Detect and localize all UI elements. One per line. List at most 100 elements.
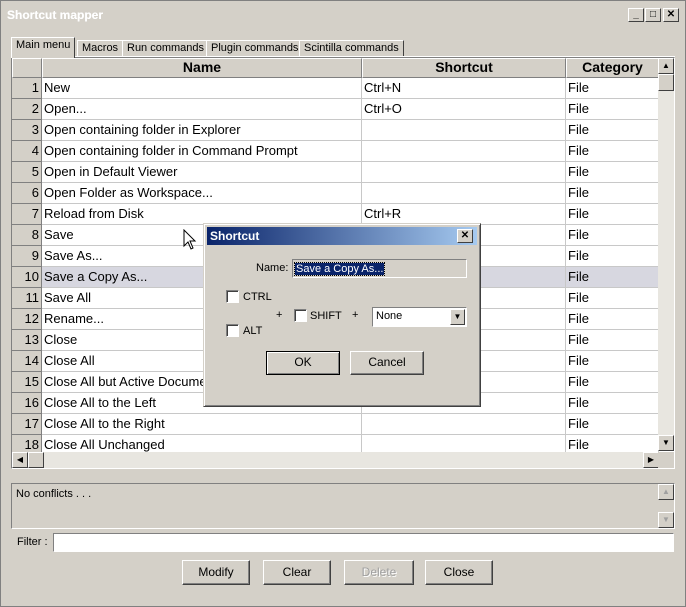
shift-checkbox[interactable] bbox=[294, 309, 307, 322]
tab-macros[interactable]: Macros bbox=[77, 40, 124, 57]
row-number: 4 bbox=[12, 141, 42, 162]
table-header: Name Shortcut Category bbox=[12, 58, 659, 78]
alt-checkbox[interactable] bbox=[226, 324, 239, 337]
row-number: 7 bbox=[12, 204, 42, 225]
tab-scintilla-commands[interactable]: Scintilla commands bbox=[299, 40, 404, 57]
scroll-up-arrow-icon[interactable]: ▲ bbox=[658, 58, 674, 74]
row-number: 2 bbox=[12, 99, 42, 120]
cell-shortcut: Ctrl+N bbox=[362, 78, 566, 99]
chevron-down-icon[interactable]: ▼ bbox=[450, 309, 465, 325]
close-window-button[interactable]: ✕ bbox=[663, 8, 679, 22]
conflicts-box: No conflicts . . . ▲ ▼ bbox=[11, 483, 675, 529]
cell-shortcut: Ctrl+R bbox=[362, 204, 566, 225]
conflicts-scroll-down-icon[interactable]: ▼ bbox=[658, 512, 674, 528]
close-button[interactable]: Close bbox=[425, 560, 493, 585]
table-row[interactable]: 4 Open containing folder in Command Promp… bbox=[12, 141, 659, 162]
cell-category: File bbox=[566, 183, 659, 204]
cell-name: Open containing folder in Explorer bbox=[42, 120, 362, 141]
plus-sign-1: + bbox=[276, 309, 283, 321]
delete-button[interactable]: Delete bbox=[344, 560, 414, 585]
row-number: 8 bbox=[12, 225, 42, 246]
alt-label: ALT bbox=[243, 325, 263, 337]
row-number: 13 bbox=[12, 330, 42, 351]
column-header-name[interactable]: Name bbox=[42, 58, 362, 78]
maximize-button[interactable]: □ bbox=[645, 8, 661, 22]
table-row[interactable]: 2 Open... Ctrl+O File bbox=[12, 99, 659, 120]
scroll-right-arrow-icon[interactable]: ▶ bbox=[643, 452, 659, 468]
dialog-ok-button[interactable]: OK bbox=[266, 351, 340, 375]
row-number: 14 bbox=[12, 351, 42, 372]
tab-main-menu[interactable]: Main menu bbox=[11, 37, 76, 58]
cell-category: File bbox=[566, 372, 659, 393]
filter-input[interactable] bbox=[53, 533, 674, 552]
row-number: 1 bbox=[12, 78, 42, 99]
table-row[interactable]: 6 Open Folder as Workspace... File bbox=[12, 183, 659, 204]
cell-category: File bbox=[566, 351, 659, 372]
minimize-button[interactable]: _ bbox=[628, 8, 644, 22]
row-number: 11 bbox=[12, 288, 42, 309]
horizontal-scrollbar[interactable]: ◀ ▶ bbox=[12, 452, 659, 468]
dialog-title-bar: Shortcut ✕ bbox=[207, 227, 477, 245]
scroll-left-arrow-icon[interactable]: ◀ bbox=[12, 452, 28, 468]
cell-category: File bbox=[566, 309, 659, 330]
cell-category: File bbox=[566, 414, 659, 435]
row-number: 10 bbox=[12, 267, 42, 288]
horizontal-scroll-thumb[interactable] bbox=[28, 452, 44, 468]
title-bar: Shortcut mapper _ □ ✕ bbox=[2, 2, 684, 27]
table-row[interactable]: 5 Open in Default Viewer File bbox=[12, 162, 659, 183]
tab-run-commands[interactable]: Run commands bbox=[122, 40, 210, 57]
column-header-category[interactable]: Category bbox=[566, 58, 659, 78]
conflicts-scroll-up-icon[interactable]: ▲ bbox=[658, 484, 674, 500]
cell-category: File bbox=[566, 288, 659, 309]
cell-name: Open Folder as Workspace... bbox=[42, 183, 362, 204]
table-row[interactable]: 1 New Ctrl+N File bbox=[12, 78, 659, 99]
dialog-name-label: Name: bbox=[256, 262, 289, 274]
cell-category: File bbox=[566, 225, 659, 246]
cell-category: File bbox=[566, 141, 659, 162]
cell-category: File bbox=[566, 78, 659, 99]
table-row[interactable]: 3 Open containing folder in Explorer File bbox=[12, 120, 659, 141]
table-row[interactable]: 7 Reload from Disk Ctrl+R File bbox=[12, 204, 659, 225]
scroll-down-arrow-icon[interactable]: ▼ bbox=[658, 435, 674, 451]
row-number: 3 bbox=[12, 120, 42, 141]
plus-sign-2: + bbox=[352, 309, 359, 321]
cell-name: Reload from Disk bbox=[42, 204, 362, 225]
row-number: 15 bbox=[12, 372, 42, 393]
cell-shortcut bbox=[362, 414, 566, 435]
cell-shortcut bbox=[362, 183, 566, 204]
ctrl-checkbox[interactable] bbox=[226, 290, 239, 303]
cell-category: File bbox=[566, 204, 659, 225]
row-number: 17 bbox=[12, 414, 42, 435]
cell-name: Close All to the Right bbox=[42, 414, 362, 435]
key-select[interactable]: None ▼ bbox=[372, 307, 467, 327]
cell-shortcut bbox=[362, 162, 566, 183]
cell-category: File bbox=[566, 162, 659, 183]
filter-label: Filter : bbox=[17, 536, 48, 548]
vertical-scroll-thumb[interactable] bbox=[658, 74, 674, 91]
clear-button[interactable]: Clear bbox=[263, 560, 331, 585]
cell-category: File bbox=[566, 267, 659, 288]
row-number: 9 bbox=[12, 246, 42, 267]
column-header-shortcut[interactable]: Shortcut bbox=[362, 58, 566, 78]
row-number-header bbox=[12, 58, 42, 78]
cell-category: File bbox=[566, 99, 659, 120]
dialog-name-value: Save a Copy As... bbox=[293, 262, 386, 276]
mouse-pointer-icon bbox=[183, 229, 197, 250]
cell-name: Open in Default Viewer bbox=[42, 162, 362, 183]
modify-button[interactable]: Modify bbox=[182, 560, 250, 585]
dialog-cancel-button[interactable]: Cancel bbox=[350, 351, 424, 375]
window-title: Shortcut mapper bbox=[7, 8, 104, 22]
cell-category: File bbox=[566, 246, 659, 267]
row-number: 16 bbox=[12, 393, 42, 414]
dialog-name-field[interactable]: Save a Copy As... bbox=[292, 259, 467, 278]
shift-label: SHIFT bbox=[310, 310, 342, 322]
row-number: 12 bbox=[12, 309, 42, 330]
cell-shortcut: Ctrl+O bbox=[362, 99, 566, 120]
tab-plugin-commands[interactable]: Plugin commands bbox=[206, 40, 304, 57]
dialog-close-icon[interactable]: ✕ bbox=[457, 229, 473, 243]
row-number: 6 bbox=[12, 183, 42, 204]
table-row[interactable]: 17 Close All to the Right File bbox=[12, 414, 659, 435]
shortcut-dialog: Shortcut ✕ Name: Save a Copy As... CTRL … bbox=[203, 223, 481, 407]
vertical-scrollbar[interactable]: ▲ ▼ bbox=[658, 58, 674, 451]
cell-name: Open containing folder in Command Prompt bbox=[42, 141, 362, 162]
